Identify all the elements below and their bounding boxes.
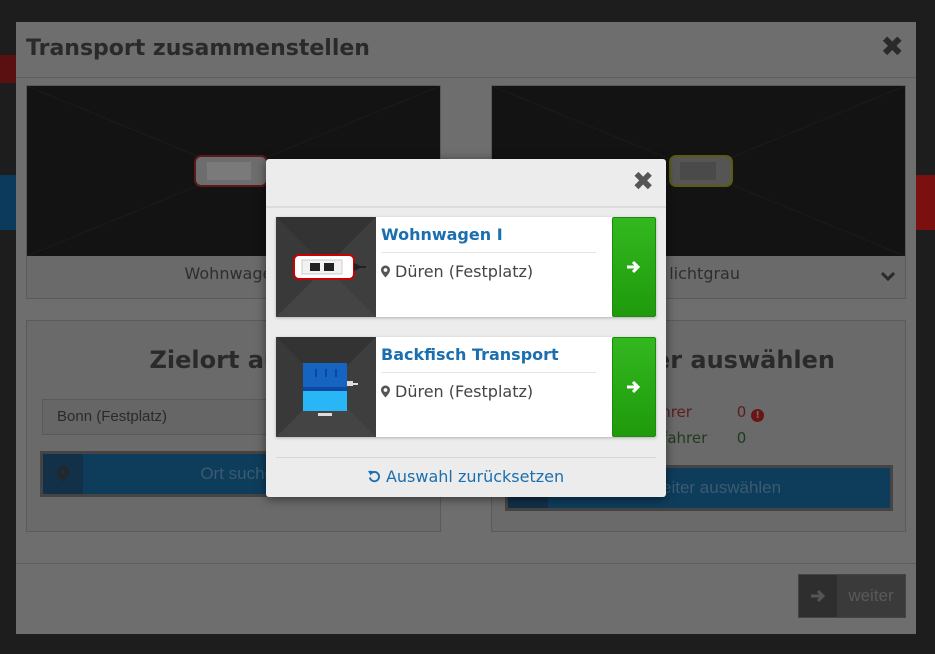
reset-divider: [276, 457, 656, 458]
select-transport-modal: ✖ Wohnwagen I Düren (Festplatz) Backfisc…: [266, 159, 666, 497]
reset-selection-label: Auswahl zurücksetzen: [385, 467, 565, 486]
item-location-text: Düren (Festplatz): [395, 382, 534, 401]
modal-divider: [266, 206, 666, 208]
map-marker-icon: [381, 265, 390, 278]
item-divider: [381, 372, 596, 373]
dialog-close-icon[interactable]: ✖: [881, 30, 904, 63]
exclamation-icon: !: [751, 409, 765, 422]
list-item-wohnwagen[interactable]: Wohnwagen I Düren (Festplatz): [276, 217, 656, 317]
map-marker-icon: [43, 454, 83, 494]
select-item-button[interactable]: [612, 217, 656, 317]
item-title: Wohnwagen I: [381, 225, 503, 244]
background-red-strip: [0, 55, 16, 83]
arrow-right-icon: [627, 380, 641, 394]
food-truck-thumbnail: [276, 337, 376, 437]
item-title: Backfisch Transport: [381, 345, 559, 364]
codriver-count: 0: [736, 429, 747, 447]
dialog-title: Transport zusammenstellen: [26, 36, 370, 61]
trailer-thumbnail: [276, 217, 376, 317]
driver-row: ahrer 0 !: [652, 403, 765, 422]
background-blue-strip: [0, 175, 16, 230]
reset-selection-link[interactable]: Auswahl zurücksetzen: [266, 467, 666, 486]
arrow-right-icon: [627, 260, 641, 274]
dialog-footer: [16, 563, 916, 634]
next-label: weiter: [848, 586, 894, 605]
item-divider: [381, 252, 596, 253]
modal-close-icon[interactable]: ✖: [632, 169, 654, 195]
arrow-right-icon: [799, 575, 837, 617]
background-red-strip-right: [916, 175, 935, 230]
item-location: Düren (Festplatz): [381, 262, 533, 281]
codriver-row: itfahrer 0: [652, 429, 746, 447]
item-location-text: Düren (Festplatz): [395, 262, 534, 281]
map-marker-icon: [381, 385, 390, 398]
next-button[interactable]: weiter: [798, 574, 906, 618]
chevron-down-icon[interactable]: [880, 266, 896, 285]
driver-count: 0: [736, 403, 747, 421]
item-location: Düren (Festplatz): [381, 382, 533, 401]
undo-icon: [367, 470, 380, 483]
dialog-divider: [16, 77, 916, 78]
list-item-backfisch[interactable]: Backfisch Transport Düren (Festplatz): [276, 337, 656, 437]
select-item-button[interactable]: [612, 337, 656, 437]
